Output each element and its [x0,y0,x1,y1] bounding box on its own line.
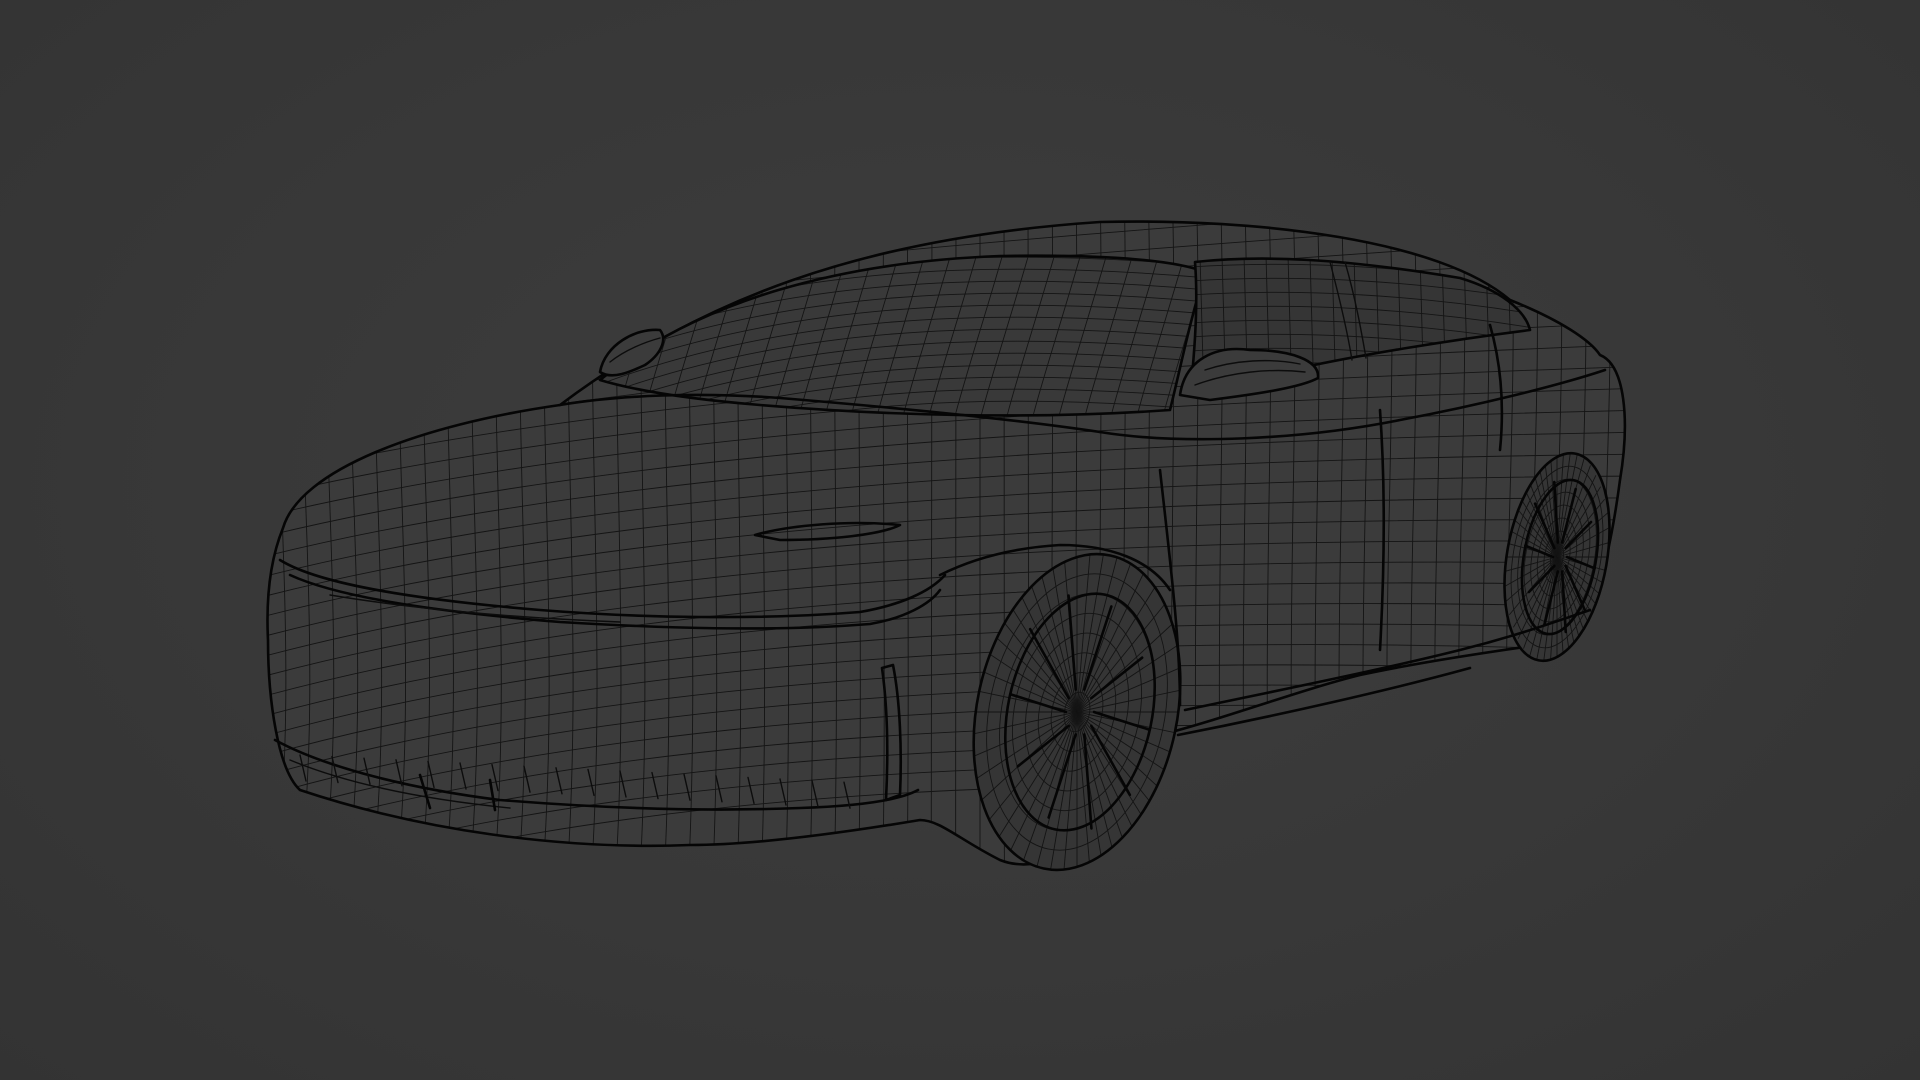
mesh-edge [267,221,1625,261]
3d-viewport[interactable] [0,0,1920,1080]
mesh-edge [248,180,262,900]
mesh-edge [1674,180,1687,900]
car-wireframe-model [248,180,1687,900]
mesh-edge [1650,180,1663,900]
mesh-edge [267,221,1625,241]
mesh-edge [1626,180,1639,900]
